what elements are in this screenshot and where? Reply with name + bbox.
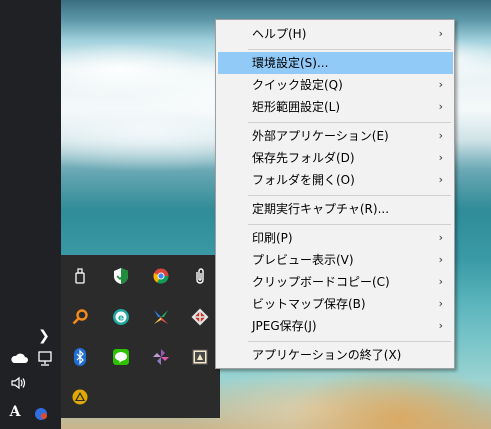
menu-separator — [248, 49, 451, 50]
submenu-arrow-icon: › — [438, 173, 443, 186]
speaker-icon — [11, 376, 26, 390]
menu-item-clipboard-copy[interactable]: クリップボードコピー(C) › — [218, 271, 453, 293]
submenu-arrow-icon: › — [438, 275, 443, 288]
submenu-arrow-icon: › — [438, 27, 443, 40]
menu-item-label: 定期実行キャプチャ(R)... — [252, 202, 390, 216]
menu-item-exit[interactable]: アプリケーションの終了(X) — [218, 344, 453, 366]
submenu-arrow-icon: › — [438, 319, 443, 332]
menu-separator — [248, 341, 451, 342]
menu-item-print[interactable]: 印刷(P) › — [218, 227, 453, 249]
menu-item-label: 印刷(P) — [252, 231, 293, 245]
screen-capture-icon[interactable] — [191, 348, 209, 366]
menu-item-label: クイック設定(Q) — [252, 78, 343, 92]
cloud-icon — [11, 353, 29, 363]
taskbar: ❯ A — [0, 0, 61, 429]
menu-item-scheduled-capture[interactable]: 定期実行キャプチャ(R)... — [218, 198, 453, 220]
chrome-icon[interactable] — [152, 267, 170, 285]
submenu-arrow-icon: › — [438, 129, 443, 142]
network-button[interactable] — [34, 351, 56, 371]
menu-item-label: 外部アプリケーション(E) — [252, 129, 389, 143]
submenu-arrow-icon: › — [438, 151, 443, 164]
menu-item-bitmap-save[interactable]: ビットマップ保存(B) › — [218, 293, 453, 315]
menu-separator — [248, 122, 451, 123]
onedrive-button[interactable] — [8, 352, 30, 368]
app-tray-button[interactable] — [30, 404, 52, 426]
chevron-right-icon: ❯ — [38, 328, 50, 344]
blue-orb-icon — [35, 408, 47, 420]
menu-item-label: ヘルプ(H) — [252, 27, 307, 41]
menu-separator — [248, 224, 451, 225]
volume-button[interactable] — [8, 376, 30, 394]
ime-mode-label: A — [9, 404, 21, 420]
submenu-arrow-icon: › — [438, 100, 443, 113]
windmill-icon[interactable] — [152, 348, 170, 366]
usb-drive-icon[interactable] — [71, 267, 89, 285]
tray-overflow-panel: e — [61, 255, 220, 418]
menu-item-preferences[interactable]: 環境設定(S)... — [218, 52, 453, 74]
puzzle-icon[interactable] — [191, 308, 209, 326]
line-chat-icon[interactable] — [112, 348, 130, 366]
warning-icon[interactable] — [71, 388, 89, 406]
show-hidden-icons-button[interactable]: ❯ — [33, 328, 55, 344]
menu-item-save-folder[interactable]: 保存先フォルダ(D) › — [218, 147, 453, 169]
menu-item-label: クリップボードコピー(C) — [252, 275, 390, 289]
menu-item-label: ビットマップ保存(B) — [252, 297, 366, 311]
bluetooth-icon[interactable] — [71, 348, 89, 366]
menu-item-external-apps[interactable]: 外部アプリケーション(E) › — [218, 125, 453, 147]
menu-item-label: JPEG保存(J) — [252, 319, 317, 333]
network-icon — [38, 351, 52, 366]
e-app-icon[interactable]: e — [112, 308, 130, 326]
svg-text:e: e — [118, 314, 124, 324]
submenu-arrow-icon: › — [438, 78, 443, 91]
desktop: ❯ A e ヘルプ(H) › 環境設定(S)... クイック設定(Q) › 矩形… — [0, 0, 491, 429]
menu-item-jpeg-save[interactable]: JPEG保存(J) › — [218, 315, 453, 337]
menu-separator — [248, 195, 451, 196]
menu-item-preview[interactable]: プレビュー表示(V) › — [218, 249, 453, 271]
ime-mode-button[interactable]: A — [4, 404, 26, 420]
context-menu: ヘルプ(H) › 環境設定(S)... クイック設定(Q) › 矩形範囲設定(L… — [215, 19, 455, 369]
menu-item-label: 矩形範囲設定(L) — [252, 100, 341, 114]
menu-item-label: フォルダを開く(O) — [252, 173, 355, 187]
menu-item-rect-range[interactable]: 矩形範囲設定(L) › — [218, 96, 453, 118]
menu-item-label: アプリケーションの終了(X) — [252, 348, 402, 362]
menu-item-help[interactable]: ヘルプ(H) › — [218, 23, 453, 45]
submenu-arrow-icon: › — [438, 231, 443, 244]
menu-item-label: プレビュー表示(V) — [252, 253, 354, 267]
submenu-arrow-icon: › — [438, 253, 443, 266]
menu-item-open-folder[interactable]: フォルダを開く(O) › — [218, 169, 453, 191]
menu-item-label: 保存先フォルダ(D) — [252, 151, 355, 165]
paperclip-icon[interactable] — [191, 267, 209, 285]
menu-item-quick-settings[interactable]: クイック設定(Q) › — [218, 74, 453, 96]
shield-check-icon[interactable] — [112, 267, 130, 285]
submenu-arrow-icon: › — [438, 297, 443, 310]
magnifier-icon[interactable] — [71, 308, 89, 326]
menu-item-label: 環境設定(S)... — [252, 56, 329, 70]
pinwheel-icon[interactable] — [152, 308, 170, 326]
